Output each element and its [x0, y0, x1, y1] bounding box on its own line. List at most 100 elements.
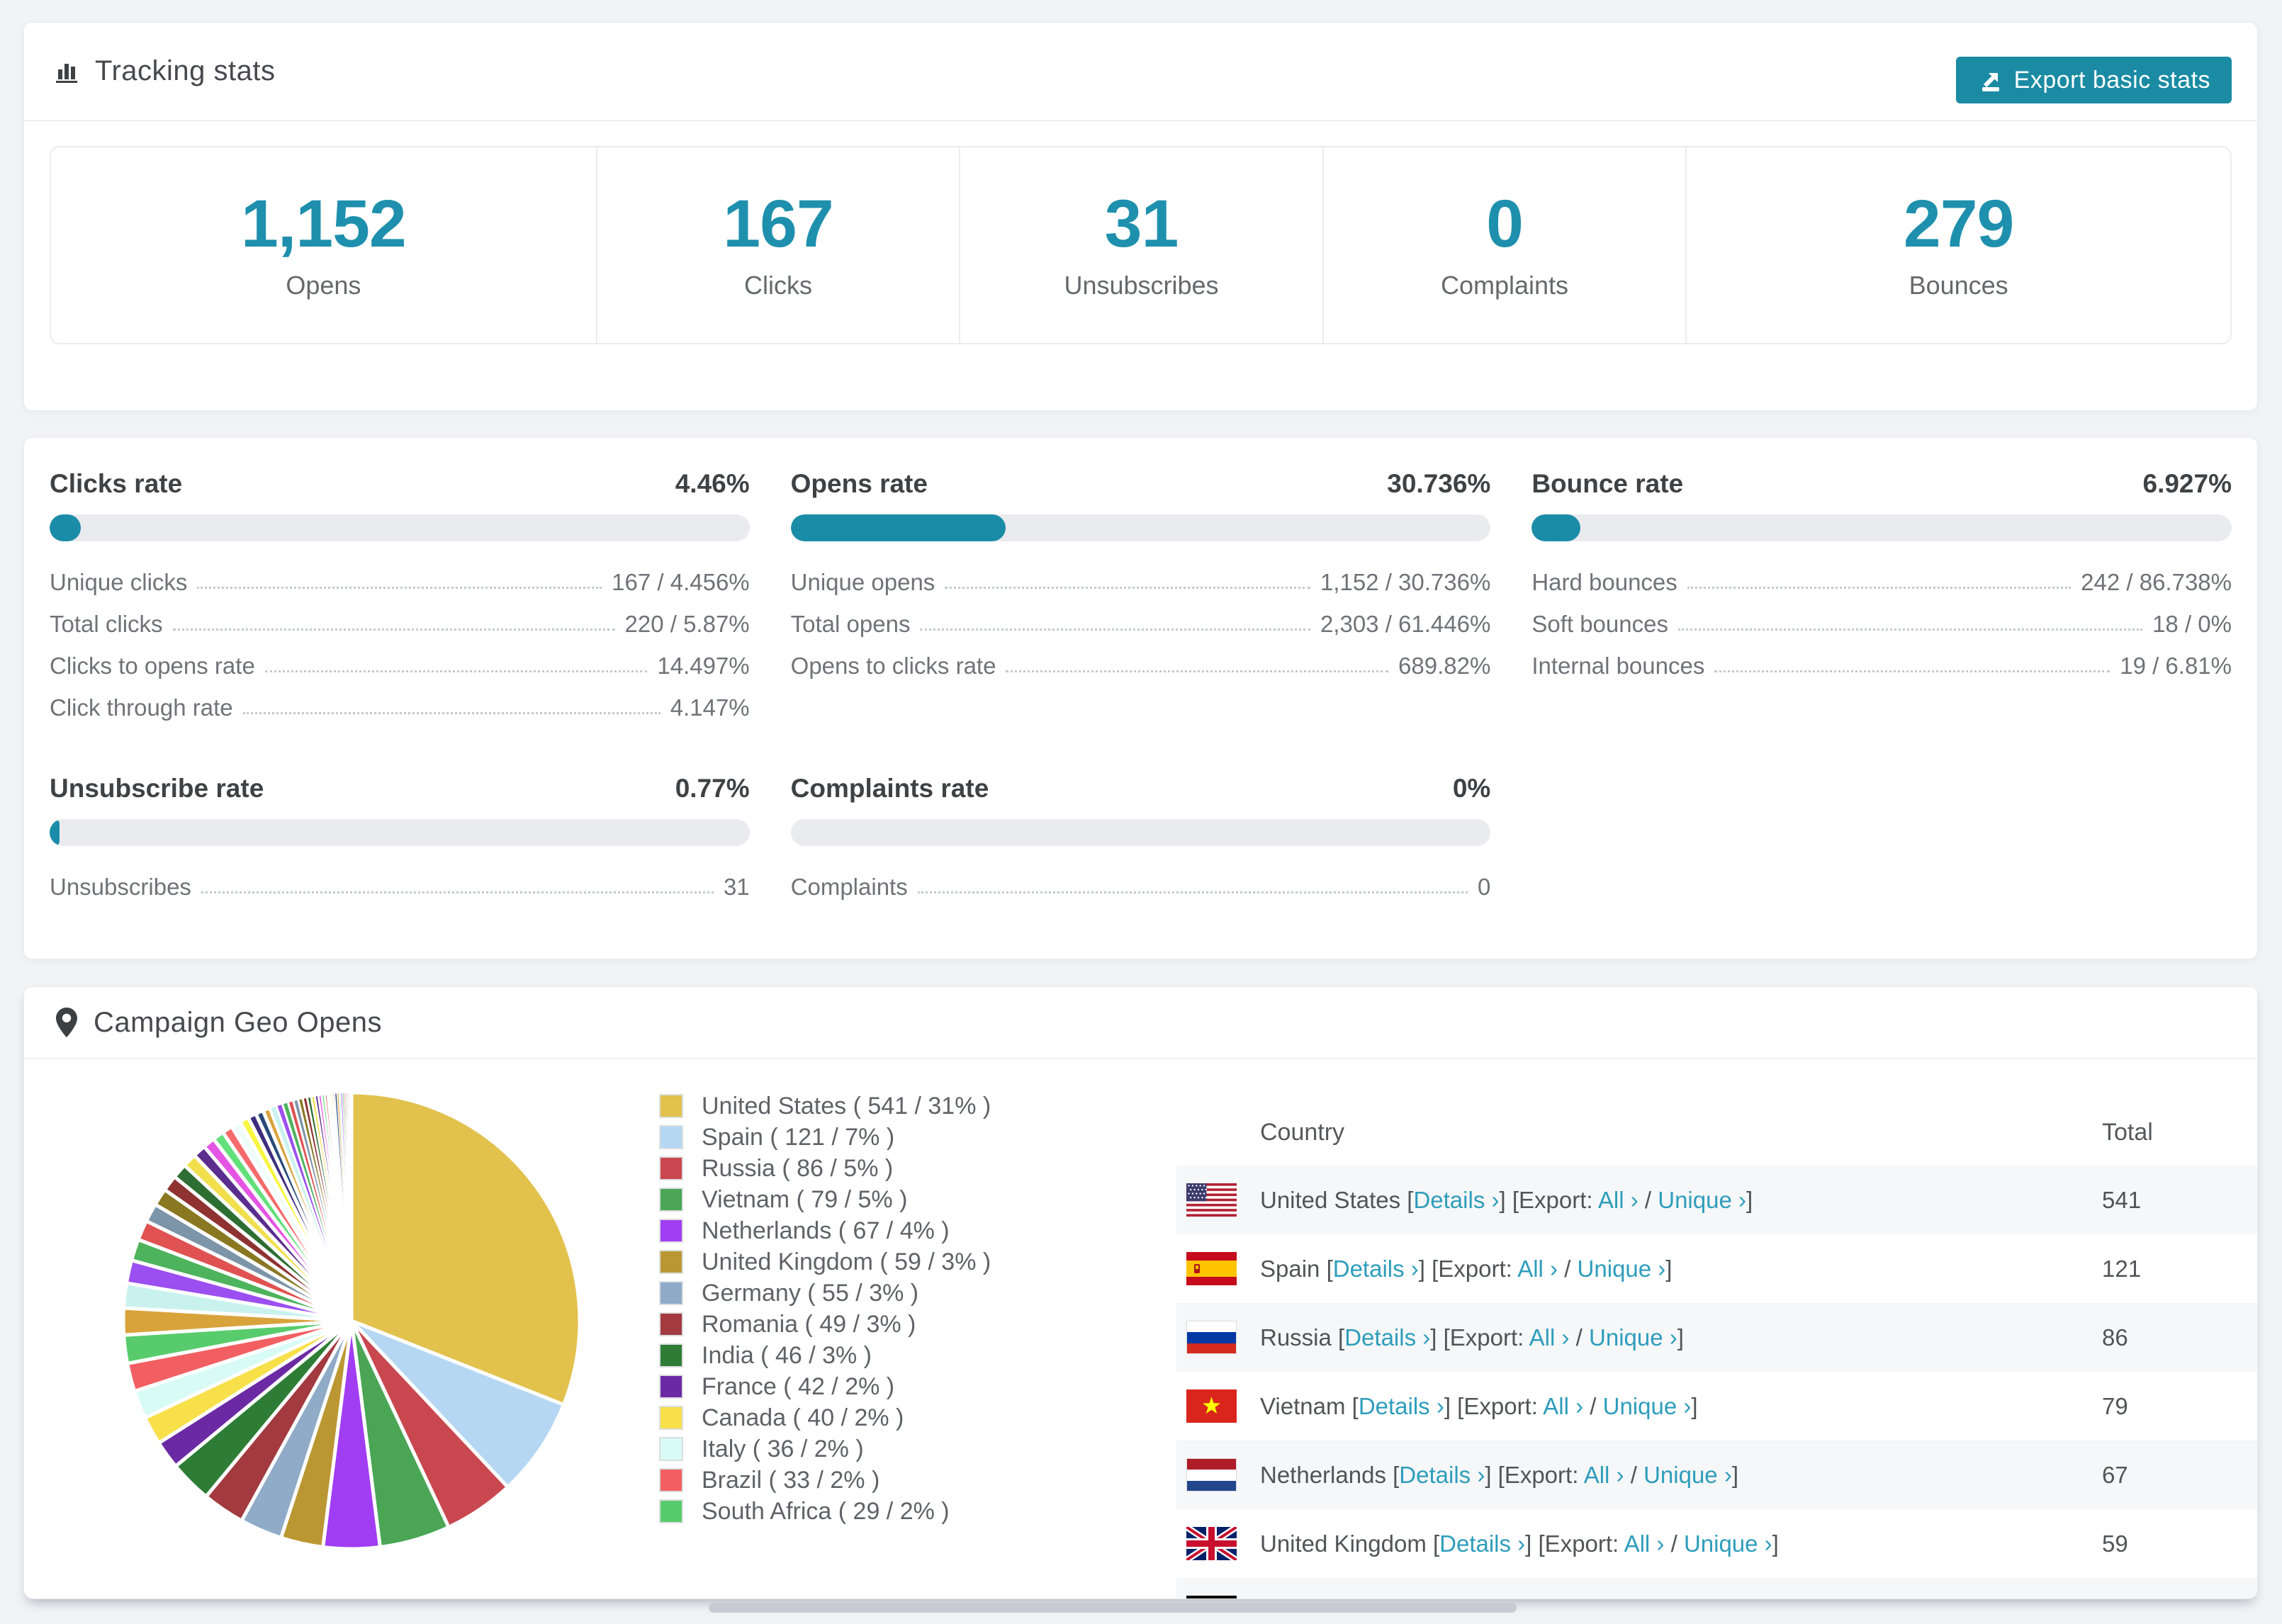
legend-item: United Kingdom ( 59 / 3% ): [659, 1246, 991, 1278]
country-cell: United Kingdom [Details ›] [Export: All …: [1260, 1530, 1779, 1557]
details-link[interactable]: Details ›: [1359, 1393, 1444, 1419]
total-column-header: Total: [2102, 1118, 2153, 1146]
stat-row-value: 220 / 5.87%: [624, 610, 750, 637]
summary-stat-box: 167 Clicks: [595, 147, 960, 343]
stat-row-label: Complaints: [790, 873, 908, 900]
geo-opens-pie-chart[interactable]: [118, 1087, 585, 1555]
progress-bar: [50, 819, 750, 846]
progress-bar: [1531, 514, 2232, 541]
export-all-link[interactable]: All ›: [1553, 1599, 1594, 1600]
progress-bar: [50, 514, 750, 541]
rate-value: 4.46%: [675, 469, 750, 498]
export-all-link[interactable]: All ›: [1584, 1462, 1624, 1488]
country-cell: Russia [Details ›] [Export: All › / Uniq…: [1260, 1324, 1684, 1350]
details-link[interactable]: Details ›: [1369, 1599, 1455, 1600]
export-all-link[interactable]: All ›: [1517, 1256, 1558, 1282]
legend-label: Vietnam ( 79 / 5% ): [702, 1185, 908, 1213]
country-flag-icon: [1186, 1596, 1237, 1598]
export-basic-stats-button[interactable]: Export basic stats: [1955, 57, 2232, 103]
rates-grid: Clicks rate 4.46% Unique clicks 167 / 4.…: [24, 438, 2257, 908]
tracking-stats-header: Tracking stats Export basic stats: [24, 23, 2257, 121]
rate-block: Bounce rate 6.927% Hard bounces 242 / 86…: [1531, 469, 2232, 728]
legend-item: Germany ( 55 / 3% ): [659, 1278, 991, 1309]
stat-row: Hard bounces 242 / 86.738%: [1531, 561, 2232, 603]
rate-block-header: Opens rate 30.736%: [791, 469, 1491, 504]
legend-swatch: [659, 1406, 683, 1430]
rate-rows: Hard bounces 242 / 86.738% Soft bounces …: [1531, 561, 2232, 687]
details-link[interactable]: Details ›: [1413, 1187, 1499, 1213]
country-cell: Germany [Details ›] [Export: All › / Uni…: [1260, 1599, 1709, 1600]
rate-title: Complaints rate: [790, 774, 989, 803]
export-unique-link[interactable]: Unique ›: [1658, 1187, 1746, 1213]
stat-row: Unique opens 1,152 / 30.736%: [791, 561, 1491, 603]
stat-row-value: 18 / 0%: [2152, 610, 2232, 637]
export-all-link[interactable]: All ›: [1543, 1393, 1583, 1419]
export-button-label: Export basic stats: [2013, 66, 2210, 94]
rate-block: Clicks rate 4.46% Unique clicks 167 / 4.…: [50, 469, 750, 728]
page-title: Tracking stats: [95, 55, 276, 86]
stat-row: Total opens 2,303 / 61.446%: [791, 603, 1491, 645]
details-link[interactable]: Details ›: [1344, 1324, 1430, 1350]
total-cell: 67: [2102, 1461, 2128, 1488]
export-all-link[interactable]: All ›: [1624, 1530, 1665, 1557]
geo-header: Campaign Geo Opens: [24, 987, 2257, 1059]
details-link[interactable]: Details ›: [1439, 1530, 1525, 1557]
export-unique-link[interactable]: Unique ›: [1578, 1256, 1666, 1282]
dotted-leader: [172, 628, 615, 631]
stat-value: 1,152: [241, 186, 407, 261]
stat-row-value: 2,303 / 61.446%: [1320, 610, 1491, 637]
stat-row-value: 167 / 4.456%: [612, 568, 750, 595]
export-unique-link[interactable]: Unique ›: [1684, 1530, 1772, 1557]
summary-stat-box: 1,152 Opens: [51, 147, 596, 343]
legend-label: United Kingdom ( 59 / 3% ): [702, 1248, 991, 1275]
stat-row-value: 31: [723, 873, 750, 900]
export-all-link[interactable]: All ›: [1598, 1187, 1639, 1213]
legend-label: Russia ( 86 / 5% ): [702, 1154, 894, 1182]
legend-item: Italy ( 36 / 2% ): [659, 1433, 991, 1465]
legend-label: Romania ( 49 / 3% ): [702, 1310, 916, 1338]
rate-value: 30.736%: [1387, 469, 1491, 498]
rate-block: Unsubscribe rate 0.77% Unsubscribes 31: [50, 774, 750, 908]
country-cell: United States [Details ›] [Export: All ›…: [1260, 1186, 1753, 1213]
bar-chart-icon: [52, 57, 82, 86]
stat-label: Complaints: [1440, 270, 1569, 300]
stat-row-value: 1,152 / 30.736%: [1320, 568, 1491, 595]
geo-table: Country Total United States [Details ›] …: [1176, 1099, 2257, 1600]
legend-item: Spain ( 121 / 7% ): [659, 1122, 991, 1153]
geo-table-row: Vietnam [Details ›] [Export: All › / Uni…: [1176, 1372, 2257, 1440]
export-unique-link[interactable]: Unique ›: [1589, 1324, 1677, 1350]
stat-row: Total clicks 220 / 5.87%: [50, 603, 750, 645]
stat-row-value: 4.147%: [670, 694, 750, 721]
stat-label: Clicks: [744, 270, 812, 300]
stat-row-label: Unique opens: [790, 568, 935, 595]
export-all-link[interactable]: All ›: [1529, 1324, 1570, 1350]
rate-title: Unsubscribe rate: [50, 774, 264, 803]
rate-value: 6.927%: [2142, 469, 2232, 498]
rate-title: Opens rate: [790, 469, 928, 498]
export-unique-link[interactable]: Unique ›: [1614, 1599, 1702, 1600]
horizontal-scrollbar-thumb[interactable]: [709, 1603, 1517, 1613]
rate-rows: Unique opens 1,152 / 30.736% Total opens…: [791, 561, 1491, 687]
legend-swatch: [659, 1343, 683, 1368]
rate-value: 0%: [1452, 774, 1491, 803]
export-unique-link[interactable]: Unique ›: [1603, 1393, 1692, 1419]
rate-block-header: Unsubscribe rate 0.77%: [50, 774, 750, 809]
export-unique-link[interactable]: Unique ›: [1643, 1462, 1732, 1488]
progress-bar-fill: [790, 514, 1006, 541]
country-column-header: Country: [1260, 1118, 1345, 1146]
dotted-leader: [1714, 670, 2110, 672]
geo-table-row: Netherlands [Details ›] [Export: All › /…: [1176, 1440, 2257, 1509]
dotted-leader: [917, 891, 1468, 893]
dotted-leader: [1006, 670, 1389, 672]
geo-table-row: Spain [Details ›] [Export: All › / Uniqu…: [1176, 1234, 2257, 1303]
dotted-leader: [264, 670, 648, 672]
legend-label: Germany ( 55 / 3% ): [702, 1279, 919, 1307]
total-cell: 121: [2102, 1255, 2142, 1282]
export-icon: [1977, 67, 2004, 94]
rate-block-header: Complaints rate 0%: [791, 774, 1491, 809]
details-link[interactable]: Details ›: [1399, 1462, 1485, 1488]
legend-swatch: [659, 1468, 683, 1492]
summary-stats-row: 1,152 Opens 167 Clicks 31 Unsubscribes 0…: [50, 146, 2232, 344]
total-cell: 79: [2102, 1392, 2128, 1419]
details-link[interactable]: Details ›: [1333, 1256, 1419, 1282]
